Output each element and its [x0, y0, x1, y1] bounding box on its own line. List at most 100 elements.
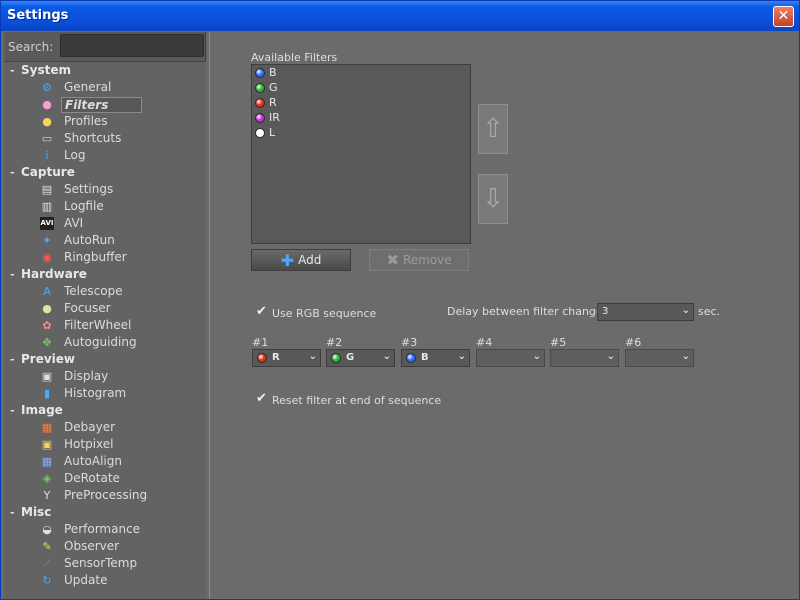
search-input[interactable]: [60, 34, 204, 57]
remove-filter-button[interactable]: ✖ Remove: [369, 249, 469, 271]
filter-color-icon: [257, 353, 267, 363]
tree-group-label: Capture: [21, 165, 75, 179]
tree-group-capture[interactable]: - Capture: [4, 164, 206, 181]
sidebar-item-label: Logfile: [64, 199, 104, 213]
sidebar-item-hotpixel[interactable]: ▣ Hotpixel: [4, 436, 206, 453]
move-up-button[interactable]: ⇧: [478, 104, 508, 154]
collapse-icon[interactable]: -: [10, 166, 15, 179]
sidebar-item-label: AutoAlign: [64, 454, 122, 468]
plus-icon: ✚: [280, 251, 295, 270]
sidebar-item-logfile[interactable]: ▥ Logfile: [4, 198, 206, 215]
debayer-icon: ▦: [41, 421, 53, 434]
sidebar-item-derotate[interactable]: ◈ DeRotate: [4, 470, 206, 487]
sequence-slot-3-select[interactable]: B ⌄: [401, 349, 470, 367]
sidebar-item-ringbuffer[interactable]: ◉ Ringbuffer: [4, 249, 206, 266]
sidebar-item-profiles[interactable]: ● Profiles: [4, 113, 206, 130]
sidebar-item-label: Settings: [64, 182, 114, 196]
sidebar-item-display[interactable]: ▣ Display: [4, 368, 206, 385]
tree-group-label: Misc: [21, 505, 52, 519]
reset-filter-checkbox[interactable]: ✔: [256, 392, 268, 405]
autorun-icon: ✦: [42, 234, 52, 247]
sidebar-item-histogram[interactable]: ▮ Histogram: [4, 385, 206, 402]
sidebar-item-update[interactable]: ↻ Update: [4, 572, 206, 589]
available-filters-list[interactable]: B G R IR L: [251, 64, 471, 244]
delay-select[interactable]: 3 ⌄: [597, 303, 694, 321]
settings-tree: - System ⚙ General ● Filters ● Profiles ▭ Shortcu…: [4, 61, 206, 599]
sequence-slot-5-select[interactable]: ⌄: [550, 349, 619, 367]
tree-group-misc[interactable]: - Misc: [4, 504, 206, 521]
sidebar-item-label: Ringbuffer: [64, 250, 127, 264]
filter-color-icon: [255, 83, 265, 93]
add-label: Add: [298, 253, 322, 267]
delay-label: Delay between filter change: [447, 305, 603, 318]
move-down-button[interactable]: ⇩: [478, 174, 508, 224]
collapse-icon[interactable]: -: [10, 353, 15, 366]
window-title: Settings: [7, 8, 69, 23]
filter-list-item[interactable]: IR: [252, 110, 470, 125]
reset-filter-label: Reset filter at end of sequence: [272, 394, 442, 407]
sidebar-item-filterwheel[interactable]: ✿ FilterWheel: [4, 317, 206, 334]
sidebar-item-sensortemp[interactable]: ⟋ SensorTemp: [4, 555, 206, 572]
gauge-icon: ◒: [42, 523, 52, 536]
tree-group-image[interactable]: - Image: [4, 402, 206, 419]
sidebar-item-focuser[interactable]: ● Focuser: [4, 300, 206, 317]
sidebar-item-general[interactable]: ⚙ General: [4, 79, 206, 96]
sidebar-item-autoalign[interactable]: ▦ AutoAlign: [4, 453, 206, 470]
sidebar-item-filters[interactable]: ● Filters: [4, 96, 206, 113]
sidebar-item-avi[interactable]: AVI AVI: [4, 215, 206, 232]
add-filter-button[interactable]: ✚ Add: [251, 249, 351, 271]
collapse-icon[interactable]: -: [10, 64, 15, 77]
sidebar-item-preprocessing[interactable]: Y PreProcessing: [4, 487, 206, 504]
sequence-slot-6-select[interactable]: ⌄: [625, 349, 694, 367]
sidebar-item-autorun[interactable]: ✦ AutoRun: [4, 232, 206, 249]
slot-label: #2: [326, 336, 343, 349]
filter-list-item[interactable]: G: [252, 80, 470, 95]
sidebar-item-label: SensorTemp: [64, 556, 138, 570]
tree-group-label: Image: [21, 403, 63, 417]
refresh-icon: ↻: [42, 574, 52, 587]
tree-group-system[interactable]: - System: [4, 62, 206, 79]
keyboard-icon: ▭: [41, 132, 53, 145]
collapse-icon[interactable]: -: [10, 268, 15, 281]
sidebar-item-label: Histogram: [64, 386, 127, 400]
sidebar-item-label: PreProcessing: [64, 488, 148, 502]
sidebar-item-settings[interactable]: ▤ Settings: [4, 181, 206, 198]
histogram-icon: ▮: [43, 387, 51, 400]
filter-list-item[interactable]: R: [252, 95, 470, 110]
filter-name: L: [269, 126, 276, 139]
remove-label: Remove: [402, 253, 452, 267]
color-wheel-icon: ●: [42, 98, 52, 111]
slot-value: R: [272, 352, 280, 363]
settings-window: Settings ✕ Search: - System ⚙ General ● Filte…: [0, 0, 800, 600]
filter-list-item[interactable]: L: [252, 125, 470, 140]
sidebar-item-label: Debayer: [64, 420, 116, 434]
display-icon: ▣: [41, 370, 53, 383]
sidebar-item-label: AutoRun: [64, 233, 115, 247]
filters-panel: Available Filters B G R IR L ⇧ ⇩ ✚ Add ✖ Remov…: [209, 32, 799, 599]
sidebar-item-debayer[interactable]: ▦ Debayer: [4, 419, 206, 436]
sidebar-item-label: Performance: [64, 522, 141, 536]
collapse-icon[interactable]: -: [10, 506, 15, 519]
sidebar-item-telescope[interactable]: A Telescope: [4, 283, 206, 300]
chevron-down-icon: ⌄: [457, 351, 466, 362]
filter-name: R: [269, 96, 277, 109]
sequence-slot-2-select[interactable]: G ⌄: [326, 349, 395, 367]
filter-list-item[interactable]: B: [252, 65, 470, 80]
sidebar-item-label: Shortcuts: [64, 131, 122, 145]
sequence-slot-1-select[interactable]: R ⌄: [252, 349, 321, 367]
slot-value: B: [421, 352, 429, 363]
sidebar-item-observer[interactable]: ✎ Observer: [4, 538, 206, 555]
sidebar-item-shortcuts[interactable]: ▭ Shortcuts: [4, 130, 206, 147]
chevron-down-icon: ⌄: [681, 351, 690, 362]
sidebar-item-log[interactable]: i Log: [4, 147, 206, 164]
sidebar-item-autoguiding[interactable]: ✥ Autoguiding: [4, 334, 206, 351]
sidebar-item-performance[interactable]: ◒ Performance: [4, 521, 206, 538]
sequence-slot-4-select[interactable]: ⌄: [476, 349, 545, 367]
tree-group-hardware[interactable]: - Hardware: [4, 266, 206, 283]
tree-group-preview[interactable]: - Preview: [4, 351, 206, 368]
arrow-up-icon: ⇧: [482, 114, 504, 144]
collapse-icon[interactable]: -: [10, 404, 15, 417]
focuser-icon: ●: [42, 302, 52, 315]
use-rgb-checkbox[interactable]: ✔: [256, 305, 268, 318]
close-button[interactable]: ✕: [773, 6, 794, 27]
